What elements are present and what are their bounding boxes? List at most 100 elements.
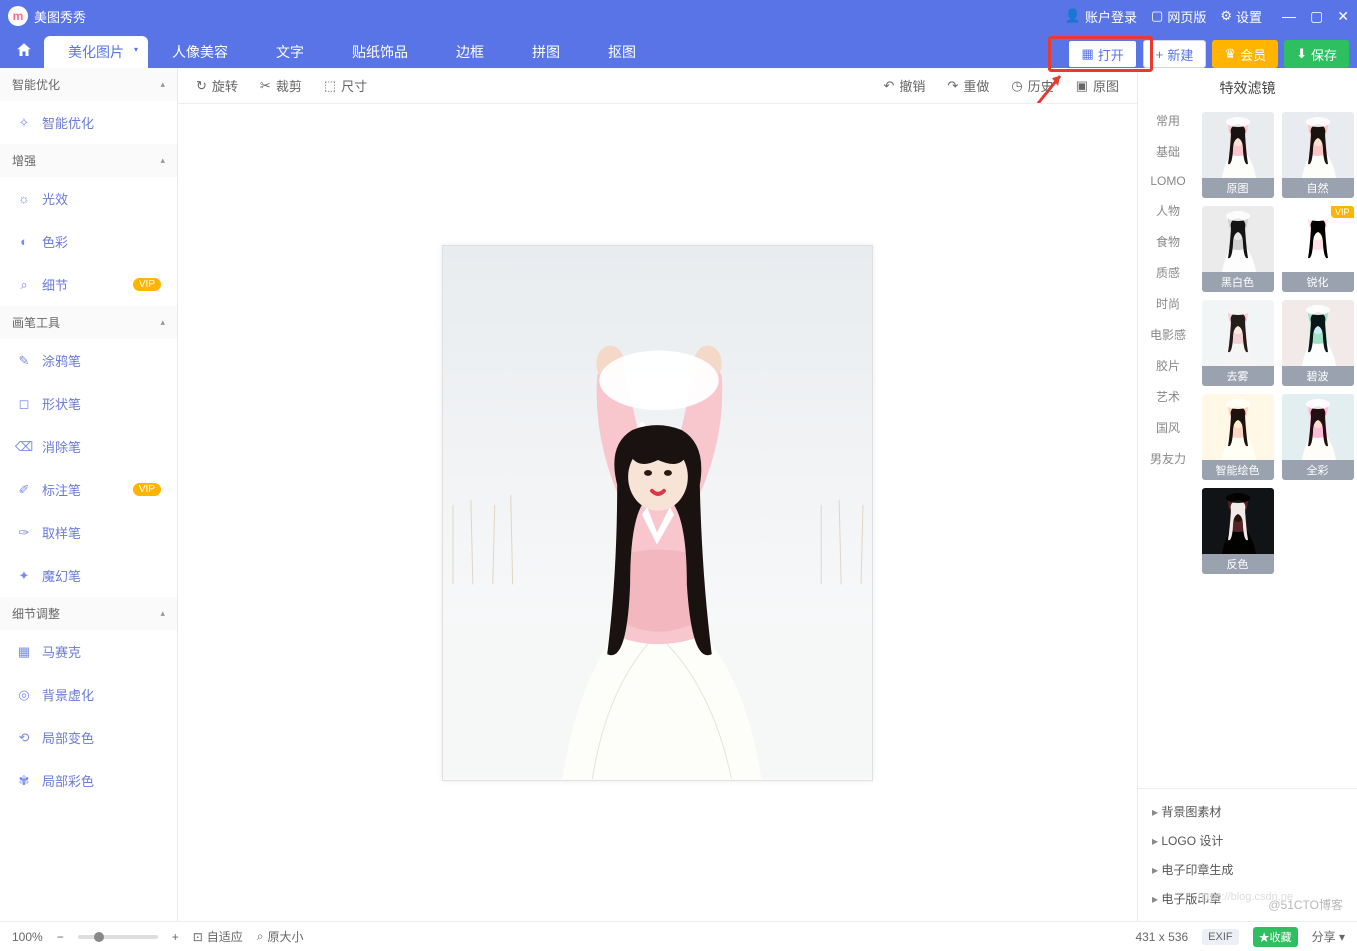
- filter-cat[interactable]: 艺术: [1156, 388, 1180, 405]
- home-button[interactable]: [4, 32, 44, 68]
- zoom-in-button[interactable]: +: [172, 930, 179, 944]
- zoom-slider[interactable]: [78, 935, 158, 939]
- item-detail[interactable]: ⌕细节VIP: [0, 263, 177, 306]
- resource-link[interactable]: LOGO 设计: [1152, 826, 1343, 855]
- tab-sticker[interactable]: 贴纸饰品: [328, 36, 432, 68]
- filter-cat[interactable]: 电影感: [1150, 326, 1186, 343]
- group-smart[interactable]: 智能优化▴: [0, 68, 177, 101]
- slider-knob[interactable]: [94, 932, 104, 942]
- item-partial-color[interactable]: ✾局部彩色: [0, 759, 177, 802]
- save-button[interactable]: ⬇保存: [1284, 40, 1349, 68]
- tab-collage[interactable]: 拼图: [508, 36, 584, 68]
- filter-thumb[interactable]: 原图: [1202, 112, 1274, 198]
- thumb-label: 原图: [1202, 178, 1274, 198]
- group-detail[interactable]: 细节调整▴: [0, 597, 177, 630]
- tab-portrait[interactable]: 人像美容: [148, 36, 252, 68]
- vip-button[interactable]: ♛会员: [1212, 40, 1278, 68]
- filter-thumb[interactable]: 锐化VIP: [1282, 206, 1354, 292]
- tab-cutout[interactable]: 抠图: [584, 36, 660, 68]
- resource-link[interactable]: 电子印章生成: [1152, 855, 1343, 884]
- item-erase[interactable]: ⌫消除笔: [0, 425, 177, 468]
- fit-button[interactable]: ⊡自适应: [193, 928, 243, 945]
- maximize-button[interactable]: ▢: [1310, 8, 1323, 25]
- item-blur[interactable]: ◎背景虚化: [0, 673, 177, 716]
- undo-button[interactable]: ↶撤销: [883, 76, 925, 95]
- minimize-button[interactable]: —: [1282, 8, 1296, 25]
- settings-button[interactable]: ⚙ 设置: [1220, 7, 1262, 26]
- exif-button[interactable]: EXIF: [1202, 929, 1238, 945]
- item-label: 光效: [42, 189, 68, 208]
- filter-cat[interactable]: 人物: [1156, 202, 1180, 219]
- web-version-button[interactable]: ▢ 网页版: [1151, 7, 1206, 26]
- filter-cat[interactable]: 质感: [1156, 264, 1180, 281]
- item-mosaic[interactable]: ▦马赛克: [0, 630, 177, 673]
- filter-cat[interactable]: LOMO: [1150, 174, 1185, 188]
- history-button[interactable]: ◷历史: [1011, 76, 1053, 95]
- filter-cat[interactable]: 常用: [1156, 112, 1180, 129]
- settings-label: 设置: [1236, 7, 1262, 26]
- sparkle-icon: ✦: [16, 568, 32, 584]
- group-label: 画笔工具: [12, 314, 60, 331]
- tb-label: 重做: [963, 76, 989, 95]
- tab-frame[interactable]: 边框: [432, 36, 508, 68]
- item-annotate[interactable]: ✐标注笔VIP: [0, 468, 177, 511]
- zoom-out-button[interactable]: −: [57, 930, 64, 944]
- filter-cat[interactable]: 时尚: [1156, 295, 1180, 312]
- filter-cat[interactable]: 食物: [1156, 233, 1180, 250]
- group-enhance[interactable]: 增强▴: [0, 144, 177, 177]
- new-button[interactable]: +新建: [1143, 40, 1207, 68]
- filter-cat[interactable]: 胶片: [1156, 357, 1180, 374]
- open-button[interactable]: ▦打开: [1068, 40, 1136, 68]
- item-label: 消除笔: [42, 437, 81, 456]
- drop-icon: ✾: [16, 773, 32, 789]
- filter-thumb[interactable]: 智能绘色: [1202, 394, 1274, 480]
- original-button[interactable]: ▣原图: [1076, 76, 1119, 95]
- web-label: 网页版: [1167, 7, 1206, 26]
- filter-thumb[interactable]: 全彩: [1282, 394, 1354, 480]
- item-smart-optimize[interactable]: ✧智能优化: [0, 101, 177, 144]
- favorite-button[interactable]: ★收藏: [1253, 927, 1298, 947]
- item-color[interactable]: ◐色彩: [0, 220, 177, 263]
- filter-thumb[interactable]: 去雾: [1202, 300, 1274, 386]
- group-label: 细节调整: [12, 605, 60, 622]
- tab-text[interactable]: 文字: [252, 36, 328, 68]
- filter-cat[interactable]: 国风: [1156, 419, 1180, 436]
- tab-label: 文字: [276, 44, 304, 60]
- item-light[interactable]: ☼光效: [0, 177, 177, 220]
- tab-label: 人像美容: [172, 44, 228, 60]
- close-button[interactable]: ✕: [1337, 8, 1349, 25]
- crop-button[interactable]: ✂裁剪: [260, 76, 302, 95]
- right-panel-title: 特效滤镜: [1138, 68, 1357, 108]
- share-button[interactable]: 分享 ▾: [1312, 928, 1345, 945]
- watermark: @51CTO博客: [1268, 896, 1343, 913]
- item-sample[interactable]: ✑ 取样笔: [0, 511, 177, 554]
- filter-cat[interactable]: 男友力: [1150, 450, 1186, 467]
- filter-cat[interactable]: 基础: [1156, 143, 1180, 160]
- item-label: 取样笔: [42, 523, 81, 542]
- redo-button[interactable]: ↷重做: [947, 76, 989, 95]
- item-doodle[interactable]: ✎涂鸦笔: [0, 339, 177, 382]
- item-shape[interactable]: ◻形状笔: [0, 382, 177, 425]
- app-name: 美图秀秀: [34, 7, 86, 26]
- tab-beautify[interactable]: 美化图片▾: [44, 36, 148, 68]
- item-label: 智能优化: [42, 113, 94, 132]
- filter-thumb[interactable]: 碧波: [1282, 300, 1354, 386]
- filter-thumbnails: 原图自然黑白色锐化VIP去雾碧波智能绘色全彩反色: [1198, 108, 1357, 788]
- rotate-button[interactable]: ↻旋转: [196, 76, 238, 95]
- login-button[interactable]: 👤 账户登录: [1065, 7, 1137, 26]
- dropper-icon: ✑: [16, 525, 32, 541]
- canvas[interactable]: [178, 104, 1137, 921]
- filter-thumb[interactable]: 自然: [1282, 112, 1354, 198]
- filter-thumb[interactable]: 黑白色: [1202, 206, 1274, 292]
- item-magic[interactable]: ✦魔幻笔: [0, 554, 177, 597]
- grid-icon: ▦: [16, 644, 32, 660]
- filter-thumb[interactable]: 反色: [1202, 488, 1274, 574]
- chevron-up-icon: ▴: [160, 79, 165, 90]
- original-size-button[interactable]: ⌕原大小: [257, 928, 304, 945]
- status-bar: 100% − + ⊡自适应 ⌕原大小 431 x 536 EXIF ★收藏 分享…: [0, 921, 1357, 951]
- size-button[interactable]: ⬚尺寸: [324, 76, 367, 95]
- resource-link[interactable]: 背景图素材: [1152, 797, 1343, 826]
- item-recolor[interactable]: ⟲局部变色: [0, 716, 177, 759]
- group-brush[interactable]: 画笔工具▴: [0, 306, 177, 339]
- main-photo[interactable]: [442, 245, 873, 781]
